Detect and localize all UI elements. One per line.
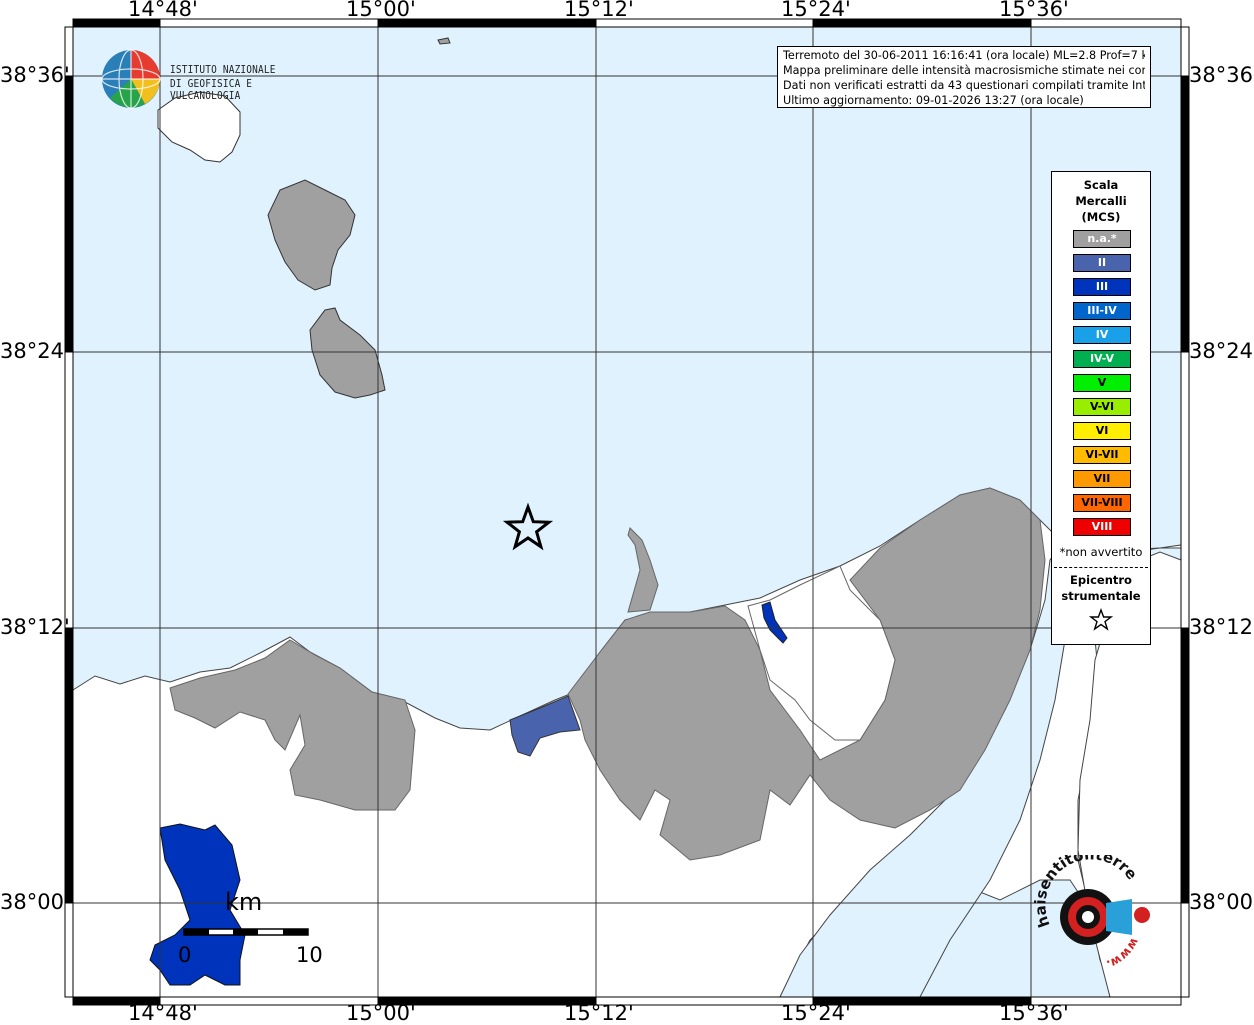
legend-title: Scala Mercalli (MCS) xyxy=(1052,177,1150,225)
event-info-line: Mappa preliminare delle intensità macros… xyxy=(783,64,1145,77)
legend-swatch: II xyxy=(1073,254,1131,272)
scale-unit: km xyxy=(225,888,263,916)
lon-label-bottom: 14°48' xyxy=(128,1001,198,1025)
lat-label-right: 38°24' xyxy=(1189,339,1254,363)
svg-text:www.: www. xyxy=(1105,936,1142,972)
event-info-line: Dati non verificati estratti da 43 quest… xyxy=(783,79,1145,92)
lon-label-bottom: 15°36' xyxy=(999,1001,1069,1025)
legend-swatch: V-VI xyxy=(1073,398,1131,416)
lat-label-left: 38°00' xyxy=(0,890,70,914)
haisentito-logo: haisentitoilterremoto.it www. xyxy=(1020,841,1158,975)
scale-min-label: 0 xyxy=(178,943,192,967)
legend-note: *non avvertito xyxy=(1059,545,1143,559)
legend-epicenter-line: Epicentro xyxy=(1070,573,1132,587)
lat-label-left: 38°24' xyxy=(0,339,70,363)
legend-swatch: VI-VII xyxy=(1073,446,1131,464)
legend-swatch: III xyxy=(1073,278,1131,296)
frame-segment xyxy=(1180,627,1190,904)
frame-segment xyxy=(64,902,74,998)
ingv-name-line2: DI GEOFISICA E VULCANOLOGIA xyxy=(170,78,253,102)
lat-label-right: 38°00' xyxy=(1189,890,1254,914)
legend-swatch: VII-VIII xyxy=(1073,494,1131,512)
legend-star-icon xyxy=(1089,608,1113,631)
lat-label-right: 38°12' xyxy=(1189,615,1254,639)
mcs-legend: Scala Mercalli (MCS) n.a.* II III III-IV IV I… xyxy=(1051,171,1151,645)
legend-title-line: (MCS) xyxy=(1081,210,1121,224)
frame-segment xyxy=(1180,351,1190,629)
frame-segment xyxy=(64,75,74,353)
lon-label-top: 15°00' xyxy=(346,0,416,21)
frame-segment xyxy=(64,351,74,629)
lon-label-top: 14°48' xyxy=(128,0,198,21)
event-info-line: Ultimo aggiornamento: 09-01-2026 13:27 (… xyxy=(783,94,1084,107)
event-info-box: Terremoto del 30-06-2011 16:16:41 (ora l… xyxy=(777,46,1151,108)
legend-swatch: VI xyxy=(1073,422,1131,440)
legend-swatch: VIII xyxy=(1073,518,1131,536)
lon-label-top: 15°24' xyxy=(781,0,851,21)
frame-segment xyxy=(1180,75,1190,353)
legend-swatch: n.a.* xyxy=(1073,230,1131,248)
legend-swatch: IV-V xyxy=(1073,350,1131,368)
event-info-line: Terremoto del 30-06-2011 16:16:41 (ora l… xyxy=(783,49,1145,62)
frame-segment xyxy=(1180,902,1190,998)
lon-label-top: 15°36' xyxy=(999,0,1069,21)
legend-title-line: Scala xyxy=(1083,178,1119,192)
legend-divider xyxy=(1054,567,1148,568)
lat-label-left: 38°36' xyxy=(0,63,70,87)
lon-label-bottom: 15°24' xyxy=(781,1001,851,1025)
lon-label-bottom: 15°00' xyxy=(346,1001,416,1025)
legend-swatch: VII xyxy=(1073,470,1131,488)
globe-icon xyxy=(101,49,161,109)
lat-label-right: 38°36' xyxy=(1189,63,1254,87)
scale-max-label: 10 xyxy=(296,943,323,967)
legend-epicenter-line: strumentale xyxy=(1061,589,1141,603)
legend-swatch: V xyxy=(1073,374,1131,392)
ingv-logo: ISTITUTO NAZIONALE DI GEOFISICA E VULCAN… xyxy=(100,46,340,112)
haisentito-site: www. xyxy=(1105,936,1142,972)
lon-label-top: 15°12' xyxy=(564,0,634,21)
frame-segment xyxy=(64,627,74,904)
ingv-name-line1: ISTITUTO NAZIONALE xyxy=(170,64,276,76)
lon-label-bottom: 15°12' xyxy=(564,1001,634,1025)
scale-bar xyxy=(183,928,309,936)
legend-title-line: Mercalli xyxy=(1075,194,1127,208)
legend-swatch: III-IV xyxy=(1073,302,1131,320)
haisentito-logo-icon: haisentitoilterremoto.it www. xyxy=(1020,841,1150,972)
legend-epicenter-label: Epicentro strumentale xyxy=(1052,572,1150,604)
frame-segment xyxy=(1180,26,1190,77)
legend-swatch: IV xyxy=(1073,326,1131,344)
lat-label-left: 38°12' xyxy=(0,615,70,639)
